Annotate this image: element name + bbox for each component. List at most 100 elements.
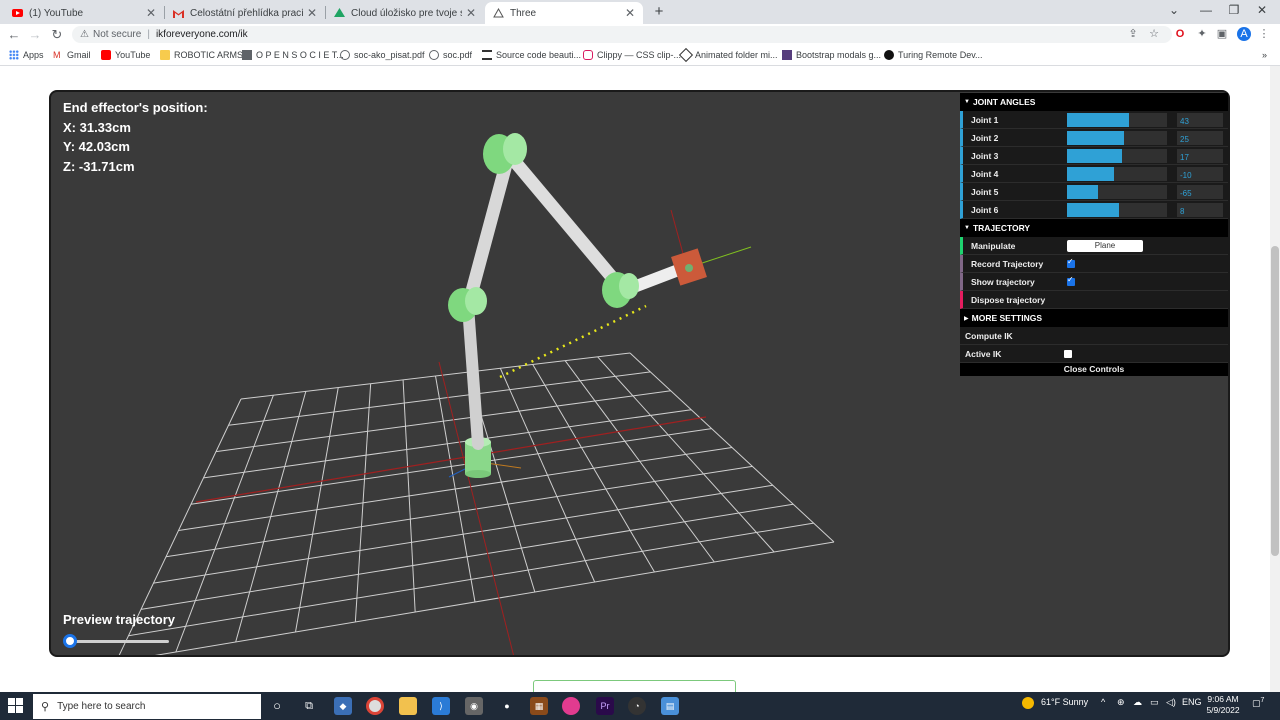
weather-icon[interactable]	[1022, 697, 1034, 709]
close-icon[interactable]: ✕	[307, 6, 317, 20]
tab-youtube[interactable]: (1) YouTube ✕	[4, 2, 164, 24]
opera-icon[interactable]: O	[1173, 27, 1187, 41]
forward-icon[interactable]: →	[27, 27, 43, 43]
joint-shoulder	[448, 287, 487, 322]
address-bar[interactable]: ⚠ Not secure | ikforeveryone.com/ik	[72, 26, 1172, 43]
page-scrollbar-thumb[interactable]	[1271, 246, 1279, 556]
volume-icon[interactable]: ◁)	[1166, 697, 1176, 708]
app-icon[interactable]: ▦	[530, 697, 548, 715]
notification-icon[interactable]: ▢7	[1252, 697, 1264, 709]
end-effector-title: End effector's position:	[63, 100, 208, 115]
windows-start-icon[interactable]	[8, 698, 24, 714]
sidepanel-icon[interactable]: ▣	[1215, 27, 1229, 41]
bookmark-gmail[interactable]: M Gmail	[53, 50, 91, 60]
list-icon	[482, 50, 492, 60]
joint-value-input[interactable]: -10	[1177, 166, 1223, 181]
language-indicator[interactable]: ENG	[1182, 697, 1202, 707]
bookmark-robotic-arms[interactable]: ROBOTIC ARMS	[160, 50, 243, 60]
compute-ik-button[interactable]: Compute IK	[960, 327, 1228, 345]
restore-icon[interactable]: ❐	[1224, 3, 1244, 17]
close-controls-button[interactable]: Close Controls	[960, 363, 1228, 376]
record-trajectory-checkbox[interactable]	[1067, 257, 1075, 268]
cortana-icon[interactable]: ○	[268, 697, 286, 715]
joint-slider[interactable]	[1067, 166, 1167, 181]
joint-slider[interactable]	[1067, 130, 1167, 145]
trajectory-folder[interactable]: ▼ TRAJECTORY	[960, 219, 1228, 237]
joint-value-input[interactable]: -65	[1177, 184, 1223, 199]
bookmark-apps[interactable]: Apps	[9, 50, 44, 60]
close-icon[interactable]: ✕	[466, 6, 476, 20]
bookmark-opensociety[interactable]: O P E N S O C I E T...	[242, 50, 344, 60]
bookmark-turing[interactable]: Turing Remote Dev...	[884, 50, 983, 60]
more-settings-folder[interactable]: ▶ MORE SETTINGS	[960, 309, 1228, 327]
bookmark-soc-pdf[interactable]: soc.pdf	[429, 50, 472, 60]
joint-value-input[interactable]: 17	[1177, 148, 1223, 163]
taskbar-search[interactable]: ⚲ Type here to search	[33, 694, 261, 719]
premiere-icon[interactable]: Pr	[596, 697, 614, 715]
active-ik-checkbox[interactable]	[1064, 349, 1072, 358]
bookmark-label: Clippy — CSS clip-...	[597, 50, 682, 60]
bookmark-youtube[interactable]: YouTube	[101, 50, 150, 60]
reload-icon[interactable]: ↻	[49, 27, 65, 43]
app-icon[interactable]: ▤	[661, 697, 679, 715]
joint-slider[interactable]	[1067, 202, 1167, 217]
joint-slider-fill	[1067, 112, 1129, 127]
task-view-icon[interactable]: ⧉	[300, 697, 318, 715]
position-x: X: 31.33cm	[63, 119, 131, 135]
star-icon[interactable]: ☆	[1147, 27, 1161, 41]
menu-icon[interactable]: ⋮	[1257, 27, 1271, 41]
tray-app-icon[interactable]: ⊕	[1117, 697, 1125, 708]
tray-chevron-icon[interactable]: ^	[1101, 697, 1105, 707]
back-icon[interactable]: ←	[6, 27, 22, 43]
clock[interactable]: 9:06 AM 5/9/2022	[1200, 694, 1246, 716]
dispose-trajectory-button[interactable]: Dispose trajectory	[960, 291, 1228, 309]
preview-trajectory-thumb[interactable]	[63, 634, 77, 648]
extensions-icon[interactable]: ✦	[1195, 27, 1209, 41]
joint-angles-folder[interactable]: ▼ JOINT ANGLES	[960, 93, 1228, 111]
onedrive-icon[interactable]: ☁	[1133, 697, 1142, 708]
bookmark-clippy[interactable]: Clippy — CSS clip-...	[583, 50, 681, 60]
close-window-icon[interactable]: ✕	[1252, 3, 1272, 17]
app-icon[interactable]: ◆	[334, 697, 352, 715]
app-icon[interactable]	[562, 697, 580, 715]
bookmarks-overflow-icon[interactable]: »	[1262, 50, 1267, 60]
weather-text[interactable]: 61°F Sunny	[1041, 697, 1088, 707]
tab-soc[interactable]: Celostátní přehlídka prací SOČ v ✕	[165, 2, 325, 24]
bookmark-bootstrap[interactable]: Bootstrap modals g...	[782, 50, 881, 60]
tab-title: Three	[510, 7, 537, 19]
manipulate-select[interactable]: Plane	[1067, 239, 1143, 252]
minimize-icon[interactable]: —	[1196, 3, 1216, 17]
app-icon[interactable]: ●	[498, 697, 516, 715]
tab-search-icon[interactable]: ⌄	[1164, 3, 1184, 17]
joint-slider[interactable]	[1067, 184, 1167, 199]
folder-title: TRAJECTORY	[972, 223, 1031, 233]
folder-icon	[160, 50, 170, 60]
turing-icon	[884, 50, 894, 60]
vscode-icon[interactable]: ⟩	[432, 697, 450, 715]
avatar[interactable]: A	[1237, 27, 1251, 41]
app-icon[interactable]: ◔	[628, 697, 646, 715]
joint-value-input[interactable]: 25	[1177, 130, 1223, 145]
tab-cloud[interactable]: Cloud úložisko pre tvoje súbory ✕	[326, 2, 484, 24]
chrome-icon[interactable]	[366, 697, 384, 715]
new-tab-button[interactable]: +	[650, 3, 668, 21]
network-icon[interactable]: ▭	[1150, 697, 1159, 708]
bookmark-source-code[interactable]: Source code beauti...	[482, 50, 581, 60]
show-trajectory-checkbox[interactable]	[1067, 275, 1075, 286]
app-icon[interactable]: ◉	[465, 697, 483, 715]
folder-title: JOINT ANGLES	[972, 97, 1036, 107]
tab-three[interactable]: Three ✕	[485, 2, 643, 24]
close-icon[interactable]: ✕	[625, 6, 635, 20]
joint-value-input[interactable]: 43	[1177, 112, 1223, 127]
preview-trajectory-slider[interactable]	[69, 640, 169, 643]
bookmark-soc-ako-pisat[interactable]: soc-ako_pisat.pdf	[340, 50, 425, 60]
joint-value-input[interactable]: 8	[1177, 202, 1223, 217]
bookmark-animated-folder[interactable]: Animated folder mi...	[678, 47, 778, 63]
close-icon[interactable]: ✕	[146, 6, 156, 20]
file-explorer-icon[interactable]	[399, 697, 417, 715]
manipulate-row: Manipulate Plane	[960, 237, 1228, 255]
joint-slider[interactable]	[1067, 112, 1167, 127]
joint-slider[interactable]	[1067, 148, 1167, 163]
caret-down-icon: ▼	[964, 99, 970, 105]
share-icon[interactable]: ⇪	[1126, 27, 1140, 41]
